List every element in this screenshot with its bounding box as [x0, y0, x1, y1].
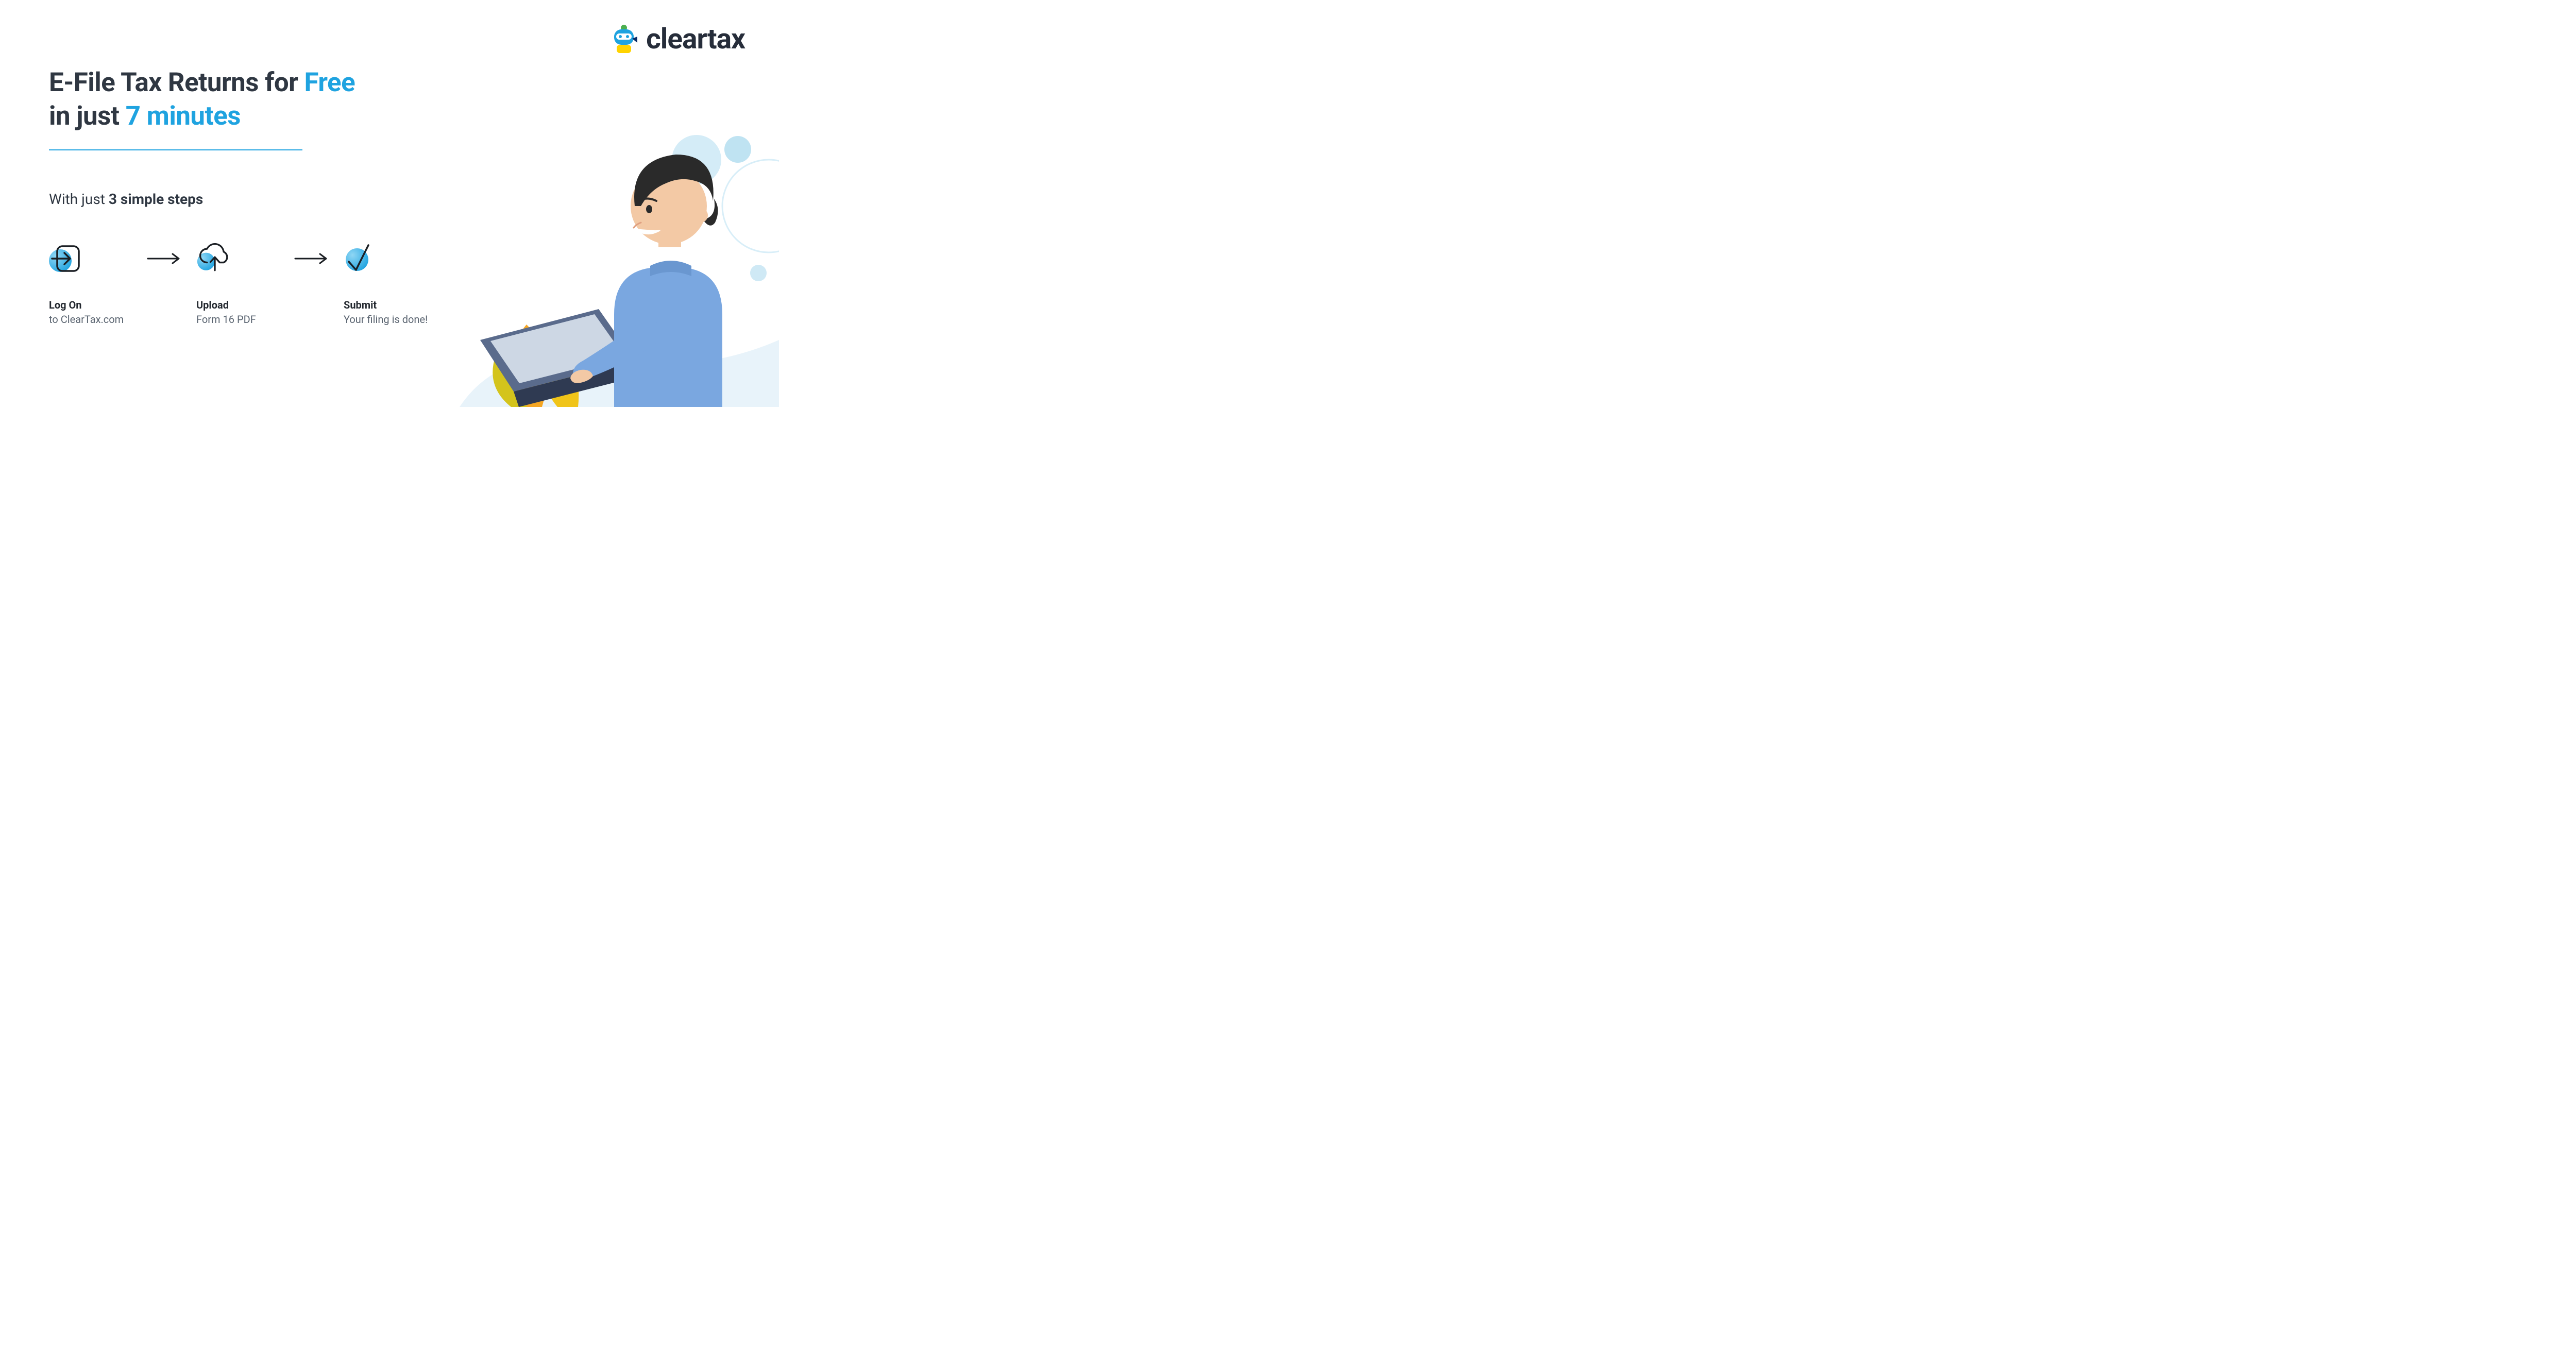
- login-icon: [49, 242, 86, 275]
- brand-name: cleartax: [646, 23, 745, 56]
- step-title: Log On: [49, 299, 147, 311]
- headline-part1: E-File Tax Returns for: [49, 67, 304, 98]
- robot-icon: [609, 24, 639, 54]
- step-desc: Form 16 PDF: [196, 313, 294, 326]
- subhead-bold: 3 simple steps: [109, 191, 203, 208]
- headline-part2: in just: [49, 101, 126, 131]
- step-title: Submit: [344, 299, 442, 311]
- promo-card: cleartax E-File Tax Returns for Free in …: [0, 0, 779, 407]
- headline-accent-time: 7 minutes: [126, 101, 241, 131]
- cloud-upload-icon: [196, 242, 233, 275]
- brand-logo: cleartax: [609, 23, 745, 56]
- headline-accent-free: Free: [304, 67, 355, 98]
- arrow-right-icon: [147, 242, 183, 265]
- subhead: With just 3 simple steps: [49, 191, 203, 208]
- subhead-prefix: With just: [49, 191, 109, 208]
- arrow-right-icon: [294, 242, 330, 265]
- check-icon: [344, 242, 381, 275]
- hero-illustration: [408, 118, 779, 407]
- step-desc: Your filing is done!: [344, 313, 442, 326]
- step-desc: to ClearTax.com: [49, 313, 147, 326]
- step-logon: Log On to ClearTax.com: [49, 242, 147, 326]
- divider: [49, 149, 302, 150]
- headline: E-File Tax Returns for Free in just 7 mi…: [49, 66, 355, 133]
- step-upload: Upload Form 16 PDF: [196, 242, 294, 326]
- step-title: Upload: [196, 299, 294, 311]
- steps-row: Log On to ClearTax.com: [49, 242, 442, 326]
- step-submit: Submit Your filing is done!: [344, 242, 442, 326]
